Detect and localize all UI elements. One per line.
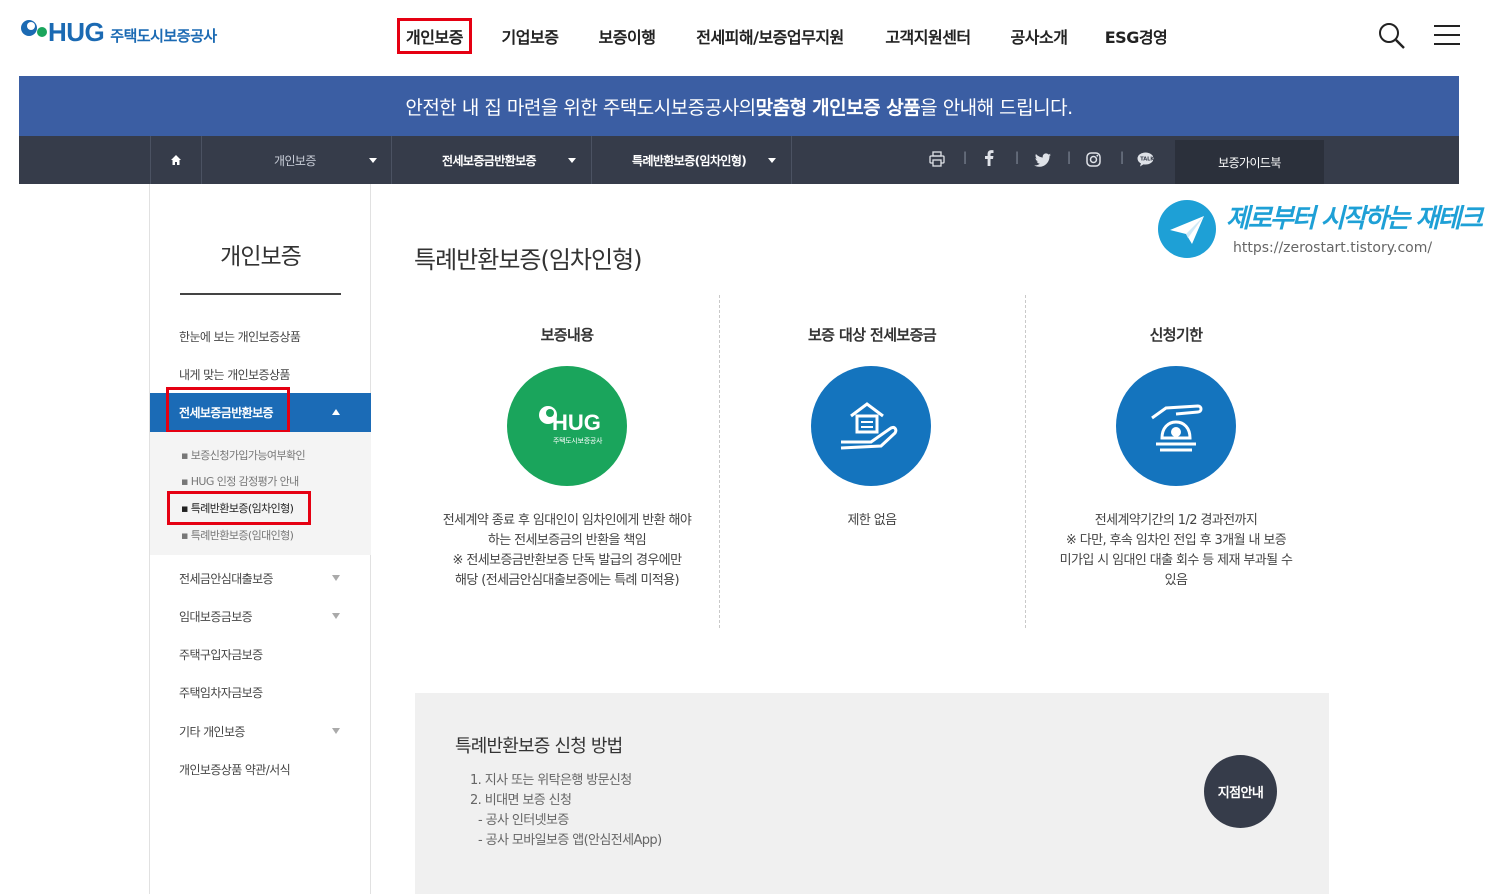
- logo-subtext: 주택도시보증공사: [110, 26, 217, 45]
- divider: [791, 136, 792, 184]
- text-line: 전세계약기간의 1/2 경과전까지: [1094, 513, 1258, 528]
- breadcrumb-label: 특례반환보증(임차인형): [632, 153, 747, 168]
- col-text-deadline: 전세계약기간의 1/2 경과전까지 ※ 다만, 후속 임차인 전입 후 3개월 …: [1026, 511, 1326, 591]
- banner-bold-1: 맞춤형: [755, 96, 807, 119]
- chevron-down-icon: [768, 158, 776, 163]
- instagram-icon[interactable]: [1086, 152, 1101, 171]
- gnb-personal-guarantee[interactable]: 개인보증: [397, 18, 472, 54]
- lnb-sub-label: 특례반환보증(임대인형): [190, 529, 294, 542]
- col-heading-deadline: 신청기한: [1149, 326, 1203, 344]
- breadcrumb-special-return-tenant[interactable]: 특례반환보증(임차인형): [591, 136, 791, 184]
- site-header: HUG 주택도시보증공사 개인보증 기업보증 보증이행 전세피해/보증업무지원 …: [0, 0, 1488, 76]
- highlight-box: [166, 387, 290, 433]
- circle-logo-subtext: 주택도시보증공사: [553, 437, 603, 445]
- col-heading-content: 보증내용: [540, 326, 594, 344]
- branch-info-button[interactable]: 지점안내: [1204, 755, 1277, 828]
- breadcrumb-label: 전세보증금반환보증: [442, 153, 537, 168]
- home-icon[interactable]: [150, 136, 201, 184]
- search-icon[interactable]: [1378, 22, 1406, 54]
- apply-method-line: - 공사 모바일보증 앱(안심전세App): [478, 833, 662, 848]
- apply-method-title: 특례반환보증 신청 방법: [455, 736, 623, 757]
- talk-icon[interactable]: TALK: [1137, 152, 1155, 171]
- house-hand-icon: [811, 366, 931, 486]
- text-line: 해당 (전세금안심대출보증에는 특례 미적용): [454, 573, 680, 588]
- chevron-down-icon: [332, 613, 340, 619]
- breadcrumb-jeonse-return[interactable]: 전세보증금반환보증: [391, 136, 591, 184]
- lnb-item-lease-fund[interactable]: 주택임차자금보증: [179, 684, 263, 701]
- guarantee-guidebook-button[interactable]: 보증가이드북: [1175, 140, 1324, 184]
- chevron-down-icon: [568, 158, 576, 163]
- lnb-item-terms[interactable]: 개인보증상품 약관/서식: [179, 761, 291, 778]
- text-line: 미가입 시 임대인 대출 회수 등 제재 부과될 수: [1059, 553, 1293, 568]
- breadcrumb-label: 개인보증: [274, 153, 316, 168]
- text-line: 하는 전세보증금의 반환을 책임: [487, 533, 647, 548]
- lnb-sub-label: 보증신청가입가능여부확인: [190, 449, 306, 462]
- gnb-company-intro[interactable]: 공사소개: [1000, 18, 1078, 54]
- col-heading-target: 보증 대상 전세보증금: [807, 326, 937, 344]
- banner-text-post: 을 안내해 드립니다.: [920, 96, 1073, 119]
- chevron-down-icon: [332, 575, 340, 581]
- chevron-down-icon: [332, 728, 340, 734]
- text-line: ※ 전세보증금반환보증 단독 발급의 경우에만: [452, 553, 683, 568]
- bell-hand-icon: [1116, 366, 1236, 486]
- lnb-item-other[interactable]: 기타 개인보증: [179, 723, 245, 740]
- logo-word: HUG: [48, 16, 105, 47]
- separator: |: [1120, 150, 1125, 164]
- print-icon[interactable]: [929, 151, 945, 171]
- lnb-item-purchase-fund[interactable]: 주택구입자금보증: [179, 646, 263, 663]
- paper-plane-icon: [1158, 200, 1216, 258]
- gnb-corporate-guarantee[interactable]: 기업보증: [490, 18, 570, 54]
- svg-text:TALK: TALK: [1140, 157, 1154, 163]
- circle-logo-text: HUG: [552, 410, 601, 435]
- hug-circle-icon: HUG 주택도시보증공사: [507, 366, 627, 486]
- hug-logo[interactable]: HUG 주택도시보증공사: [18, 12, 217, 52]
- gnb-guarantee-performance[interactable]: 보증이행: [587, 18, 667, 54]
- text-line: 전세계약 종료 후 임대인이 임차인에게 반환 해야: [442, 513, 692, 528]
- col-text-target: 제한 없음: [722, 511, 1022, 531]
- lnb-item-safe-loan[interactable]: 전세금안심대출보증: [179, 570, 274, 587]
- lnb-sub-appraisal[interactable]: ▪ HUG 인정 감정평가 안내: [181, 473, 299, 489]
- apply-method-line: - 공사 인터넷보증: [478, 813, 569, 828]
- breadcrumb-personal-guarantee[interactable]: 개인보증: [201, 136, 391, 184]
- lnb-item-recommend[interactable]: 내게 맞는 개인보증상품: [179, 366, 290, 383]
- highlight-box: [167, 491, 311, 525]
- gnb-customer-center[interactable]: 고객지원센터: [874, 18, 982, 54]
- twitter-icon[interactable]: [1034, 152, 1052, 171]
- gnb-jeonse-damage-support[interactable]: 전세피해/보증업무지원: [684, 18, 856, 54]
- separator: |: [1015, 150, 1020, 164]
- lnb-sub-special-landlord[interactable]: ▪ 특례반환보증(임대인형): [181, 527, 294, 543]
- top-banner: 안전한 내 집 마련을 위한 주택도시보증공사의 맞춤형 개인보증 상품 을 안내…: [19, 76, 1459, 136]
- lnb-title-rule: [180, 293, 341, 295]
- gnb-esg[interactable]: ESG경영: [1096, 18, 1176, 54]
- text-line: 있음: [1164, 573, 1188, 588]
- text-line: 제한 없음: [847, 513, 898, 528]
- column-divider: [719, 295, 720, 628]
- menu-icon[interactable]: [1433, 24, 1461, 50]
- col-text-content: 전세계약 종료 후 임대인이 임차인에게 반환 해야 하는 전세보증금의 반환을…: [417, 511, 717, 591]
- watermark-url: https://zerostart.tistory.com/: [1233, 240, 1433, 256]
- lnb-item-rental-deposit[interactable]: 임대보증금보증: [179, 608, 253, 625]
- lnb-sub-label: HUG 인정 감정평가 안내: [190, 475, 300, 488]
- text-line: ※ 다만, 후속 임차인 전입 후 3개월 내 보증: [1065, 533, 1287, 548]
- separator: |: [1067, 150, 1072, 164]
- apply-method-line: 1. 지사 또는 위탁은행 방문신청: [470, 773, 632, 788]
- banner-text-pre: 안전한 내 집 마련을 위한 주택도시보증공사의: [405, 96, 756, 119]
- lnb-title: 개인보증: [220, 244, 302, 270]
- chevron-up-icon: [332, 409, 340, 415]
- hug-logo-mark-icon: [18, 17, 48, 47]
- facebook-icon[interactable]: [984, 150, 994, 170]
- watermark-title: 제로부터 시작하는 재테크: [1226, 204, 1483, 234]
- apply-method-line: 2. 비대면 보증 신청: [470, 793, 572, 808]
- banner-bold-2: 개인보증 상품: [812, 96, 921, 119]
- separator: |: [963, 150, 968, 164]
- chevron-down-icon: [369, 158, 377, 163]
- lnb-sub-eligibility[interactable]: ▪ 보증신청가입가능여부확인: [181, 447, 306, 463]
- page-title: 특례반환보증(임차인형): [414, 246, 643, 274]
- lnb-item-overview[interactable]: 한눈에 보는 개인보증상품: [179, 328, 301, 345]
